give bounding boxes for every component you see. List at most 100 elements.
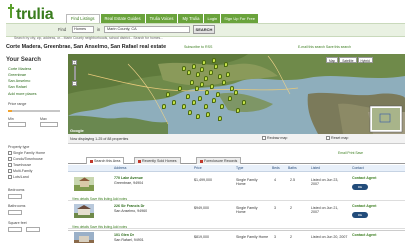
map-marker-icon[interactable] xyxy=(192,100,196,105)
map-marker-icon[interactable] xyxy=(202,60,206,65)
map-marker-icon[interactable] xyxy=(212,58,216,63)
map-marker-icon[interactable] xyxy=(222,80,226,85)
map-marker-icon[interactable] xyxy=(195,86,199,91)
listing-address[interactable]: 101 Glen Dr xyxy=(114,233,134,237)
map-marker-icon[interactable] xyxy=(190,80,194,85)
tab-recently-sold[interactable]: Recently Sold Homes xyxy=(134,157,181,164)
tab-real-estate-guides[interactable]: Real Estate Guides xyxy=(100,14,145,23)
map-marker-icon[interactable] xyxy=(242,100,246,105)
rss-link[interactable]: Subscribe to RSS xyxy=(184,45,212,49)
column-contact[interactable]: Contact xyxy=(352,166,364,170)
map-marker-icon[interactable] xyxy=(187,70,191,75)
satellite-view-button[interactable]: Satellite xyxy=(339,57,357,63)
map-marker-icon[interactable] xyxy=(220,104,224,109)
checkbox-icon[interactable] xyxy=(8,157,12,162)
map-marker-icon[interactable] xyxy=(210,84,214,89)
column-baths[interactable]: Baths xyxy=(288,166,297,170)
listing-address[interactable]: 770 Lake Avenue xyxy=(114,176,143,180)
contact-agent-link[interactable]: Contact Agent xyxy=(352,176,376,180)
checkbox-icon[interactable] xyxy=(8,175,12,180)
property-type-single-family[interactable]: Single Family Home xyxy=(8,151,45,156)
map-marker-icon[interactable] xyxy=(205,90,209,95)
find-type-select[interactable]: Homes xyxy=(72,26,94,33)
property-type-multi-family[interactable]: Multi-Family xyxy=(8,169,32,174)
property-type-townhouse[interactable]: Townhouse xyxy=(8,163,31,168)
map-marker-icon[interactable] xyxy=(204,104,208,109)
map-marker-icon[interactable] xyxy=(212,98,216,103)
map-marker-icon[interactable] xyxy=(196,114,200,119)
zoom-out-icon[interactable]: − xyxy=(72,81,77,86)
signup-link[interactable]: Sign Up For Free xyxy=(221,14,258,23)
map-marker-icon[interactable] xyxy=(218,74,222,79)
zoom-in-icon[interactable]: + xyxy=(72,60,77,65)
tab-trulia-voices[interactable]: Trulia Voices xyxy=(145,14,178,23)
map-marker-icon[interactable] xyxy=(192,64,196,69)
result-tools[interactable]: Email Print Save xyxy=(338,151,363,155)
map-marker-icon[interactable] xyxy=(172,100,176,105)
contact-agent-link[interactable]: Contact Agent xyxy=(352,204,376,208)
checkbox-icon[interactable] xyxy=(8,169,12,174)
column-beds[interactable]: Beds xyxy=(272,166,280,170)
contact-agent-link[interactable]: Contact Agent xyxy=(352,233,376,237)
bathrooms-select[interactable] xyxy=(8,210,22,215)
column-address[interactable]: Address xyxy=(114,166,126,170)
map-marker-icon[interactable] xyxy=(200,82,204,87)
agent-logo-icon[interactable]: RE xyxy=(352,212,368,218)
map-marker-icon[interactable] xyxy=(178,86,182,91)
zoom-slider[interactable] xyxy=(73,66,76,80)
sqft-max-select[interactable] xyxy=(26,227,40,232)
map-marker-icon[interactable] xyxy=(206,112,210,117)
sidebar-location-san-rafael[interactable]: San Rafael xyxy=(8,85,27,89)
add-location-link[interactable]: Add more places xyxy=(8,92,37,96)
row-action-links[interactable]: View details Save this listing Add notes xyxy=(72,225,127,229)
map-marker-icon[interactable] xyxy=(196,72,200,77)
map-marker-icon[interactable] xyxy=(209,70,213,75)
map-marker-icon[interactable] xyxy=(188,110,192,115)
tab-search-this-area[interactable]: Search this Area xyxy=(86,157,125,164)
map-view-button[interactable]: Map xyxy=(326,57,339,63)
map-marker-icon[interactable] xyxy=(226,72,230,77)
listing-photo[interactable] xyxy=(74,232,94,243)
map-marker-icon[interactable] xyxy=(162,104,166,109)
column-type[interactable]: Type xyxy=(236,166,243,170)
checkbox-icon[interactable] xyxy=(8,163,12,168)
map-marker-icon[interactable] xyxy=(198,96,202,101)
reset-map-checkbox[interactable]: Reset map xyxy=(326,136,348,141)
listing-address[interactable]: 226 Sir Francis Dr xyxy=(114,204,145,208)
price-min-input[interactable] xyxy=(8,122,26,127)
sqft-min-select[interactable] xyxy=(8,227,22,232)
property-type-lots[interactable]: Lots/Land xyxy=(8,175,29,180)
checkbox-icon[interactable] xyxy=(262,136,266,141)
sidebar-location-corte-madera[interactable]: Corte Madera xyxy=(8,67,31,71)
map-marker-icon[interactable] xyxy=(200,67,204,72)
checkbox-icon[interactable] xyxy=(8,151,12,156)
map-marker-icon[interactable] xyxy=(182,104,186,109)
search-button[interactable]: SEARCH xyxy=(193,25,215,34)
price-slider-handle[interactable] xyxy=(8,110,12,112)
column-price[interactable]: Price xyxy=(194,166,202,170)
checkbox-icon[interactable] xyxy=(326,136,330,141)
map-marker-icon[interactable] xyxy=(234,90,238,95)
column-listed[interactable]: Listed xyxy=(311,166,320,170)
map-marker-icon[interactable] xyxy=(186,94,190,99)
sidebar-location-greenbrae[interactable]: Greenbrae xyxy=(8,73,26,77)
email-save-links[interactable]: E-mail this search Save this search xyxy=(298,45,351,49)
listing-photo[interactable] xyxy=(74,177,94,191)
map-marker-icon[interactable] xyxy=(214,64,218,69)
map-marker-icon[interactable] xyxy=(182,66,186,71)
listing-photo[interactable] xyxy=(74,204,94,218)
login-link[interactable]: Login xyxy=(204,14,221,23)
tab-my-trulia[interactable]: My Trulia xyxy=(178,14,204,23)
sidebar-location-san-anselmo[interactable]: San Anselmo xyxy=(8,79,30,83)
map-marker-icon[interactable] xyxy=(236,108,240,113)
price-slider[interactable] xyxy=(8,110,60,112)
tab-find-listings[interactable]: Find Listings xyxy=(66,14,100,23)
map-marker-icon[interactable] xyxy=(204,76,208,81)
location-input[interactable]: Marin County, CA xyxy=(104,26,190,33)
hybrid-view-button[interactable]: Hybrid xyxy=(357,57,373,63)
agent-logo-icon[interactable]: RE xyxy=(352,184,368,190)
map-marker-icon[interactable] xyxy=(224,62,228,67)
property-type-condo[interactable]: Condo/Townhouse xyxy=(8,157,43,162)
map-marker-icon[interactable] xyxy=(166,92,170,97)
price-max-input[interactable] xyxy=(40,122,58,127)
